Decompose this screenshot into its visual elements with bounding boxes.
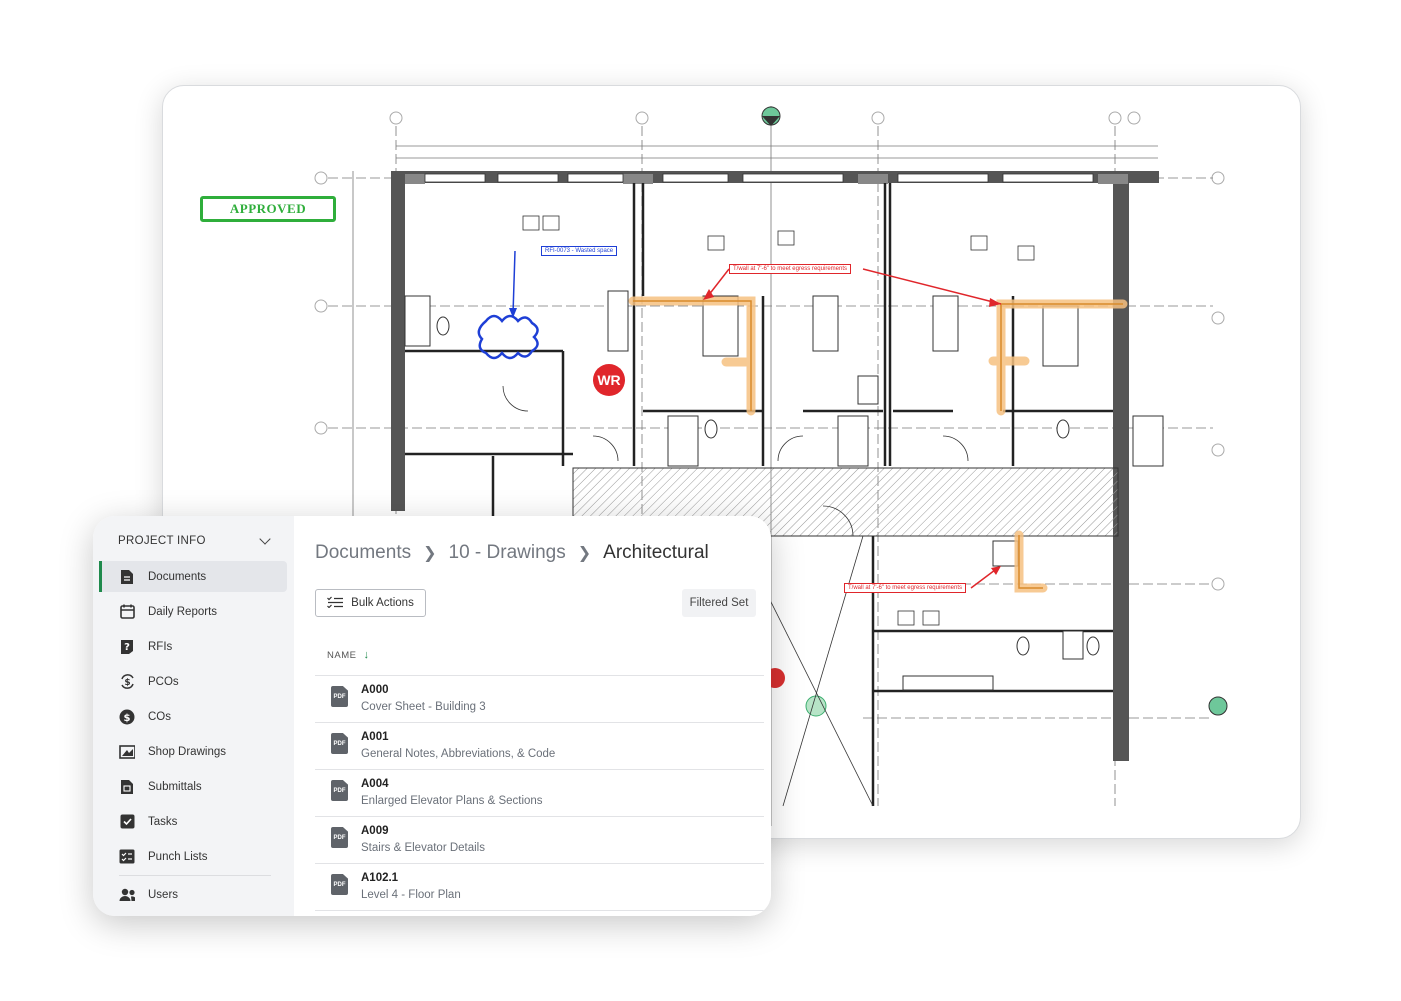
sidebar-item-punch-lists[interactable]: Punch Lists — [99, 841, 287, 872]
sidebar-item-label: Daily Reports — [148, 605, 218, 618]
sidebar-divider — [119, 875, 271, 876]
sidebar-item-users[interactable]: Users — [99, 879, 287, 910]
sidebar-item-tasks[interactable]: Tasks — [99, 806, 287, 837]
sidebar-item-daily-reports[interactable]: Daily Reports — [99, 596, 287, 627]
pdf-file-icon: PDF — [331, 733, 348, 754]
table-row[interactable]: PDF A009 Stairs & Elevator Details — [315, 817, 764, 864]
sidebar-item-label: RFIs — [148, 640, 173, 653]
table-row[interactable]: PDF A000 Cover Sheet - Building 3 — [315, 676, 764, 723]
sidebar-item-label: Submittals — [148, 780, 202, 793]
submittal-icon — [119, 779, 135, 795]
chevron-right-icon: ❯ — [423, 545, 437, 562]
rfi-markup-label[interactable]: RFI-0073 - Wasted space — [541, 246, 618, 256]
bulk-actions-label: Bulk Actions — [351, 597, 414, 609]
breadcrumb-drawings[interactable]: 10 - Drawings — [449, 542, 566, 564]
bulk-actions-button[interactable]: Bulk Actions — [315, 589, 426, 617]
wr-markup-badge[interactable]: WR — [593, 364, 625, 396]
document-number: A102.1 — [361, 872, 399, 884]
sidebar-item-label: PCOs — [148, 675, 179, 688]
chevron-right-icon: ❯ — [577, 545, 592, 562]
document-title: Stairs & Elevator Details — [361, 842, 485, 854]
filtered-set-button[interactable]: Filtered Set — [682, 589, 756, 617]
sidebar-item-label: Punch Lists — [148, 850, 208, 863]
sidebar-item-label: COs — [148, 710, 171, 723]
sort-arrow-down-icon[interactable]: ↓ — [363, 649, 369, 661]
egress-markup-label[interactable]: T/wall at 7'-6" to meet egress requireme… — [729, 264, 851, 274]
document-number: A000 — [361, 684, 389, 696]
sidebar-item-label: Shop Drawings — [148, 745, 226, 758]
sidebar-item-cos[interactable]: $ COs — [99, 701, 287, 732]
sidebar-item-label: Tasks — [148, 815, 178, 828]
sidebar-item-shop-drawings[interactable]: Shop Drawings — [99, 736, 287, 767]
table-row[interactable]: PDF A001 General Notes, Abbreviations, &… — [315, 723, 764, 770]
dollar-cycle-icon: $ — [119, 674, 135, 690]
sidebar-item-documents[interactable]: Documents — [99, 561, 287, 592]
table-row[interactable]: PDF A102.1 Level 4 - Floor Plan — [315, 864, 764, 911]
chevron-down-icon[interactable] — [259, 533, 271, 545]
egress-markup-label-2[interactable]: T/wall at 7'-6" to meet egress requireme… — [844, 583, 966, 593]
document-title: General Notes, Abbreviations, & Code — [361, 748, 556, 760]
approved-stamp[interactable]: APPROVED — [200, 196, 336, 222]
document-icon — [119, 569, 135, 585]
name-column-label: NAME — [327, 649, 357, 661]
sidebar-item-label: Documents — [148, 570, 207, 583]
breadcrumb-current: Architectural — [603, 542, 709, 563]
sidebar-item-rfis[interactable]: ? RFIs — [99, 631, 287, 662]
document-number: A004 — [361, 778, 389, 790]
document-number: A009 — [361, 825, 389, 837]
document-title: Cover Sheet - Building 3 — [361, 701, 486, 713]
document-title: Enlarged Elevator Plans & Sections — [361, 795, 543, 807]
documents-panel: PROJECT INFO Documents Daily Reports ? R… — [93, 516, 771, 916]
checklist-icon — [327, 596, 344, 611]
project-sidebar: PROJECT INFO Documents Daily Reports ? R… — [93, 516, 294, 916]
dollar-icon: $ — [119, 709, 135, 725]
punch-list-icon — [119, 849, 135, 865]
users-icon — [119, 887, 135, 903]
name-column-header[interactable]: NAME ↓ — [327, 649, 369, 661]
task-check-icon — [119, 814, 135, 830]
sidebar-item-label: Users — [148, 888, 179, 901]
pdf-file-icon: PDF — [331, 686, 348, 707]
svg-text:$: $ — [124, 678, 130, 688]
documents-main: Documents ❯ 10 - Drawings ❯ Architectura… — [294, 516, 771, 916]
pdf-file-icon: PDF — [331, 874, 348, 895]
question-icon: ? — [119, 639, 135, 655]
sidebar-item-pcos[interactable]: $ PCOs — [99, 666, 287, 697]
breadcrumb-documents[interactable]: Documents — [315, 542, 411, 564]
calendar-icon — [119, 604, 135, 620]
breadcrumb: Documents ❯ 10 - Drawings ❯ Architectura… — [315, 542, 709, 564]
sidebar-item-submittals[interactable]: Submittals — [99, 771, 287, 802]
document-number: A001 — [361, 731, 389, 743]
project-info-header[interactable]: PROJECT INFO — [118, 533, 273, 548]
pdf-file-icon: PDF — [331, 827, 348, 848]
shop-drawing-icon — [119, 744, 135, 760]
project-info-label: PROJECT INFO — [118, 535, 206, 547]
svg-text:$: $ — [124, 713, 131, 724]
pdf-file-icon: PDF — [331, 780, 348, 801]
table-row[interactable]: PDF A004 Enlarged Elevator Plans & Secti… — [315, 770, 764, 817]
svg-text:?: ? — [124, 642, 130, 653]
document-title: Level 4 - Floor Plan — [361, 889, 461, 901]
revision-cloud — [477, 250, 539, 360]
